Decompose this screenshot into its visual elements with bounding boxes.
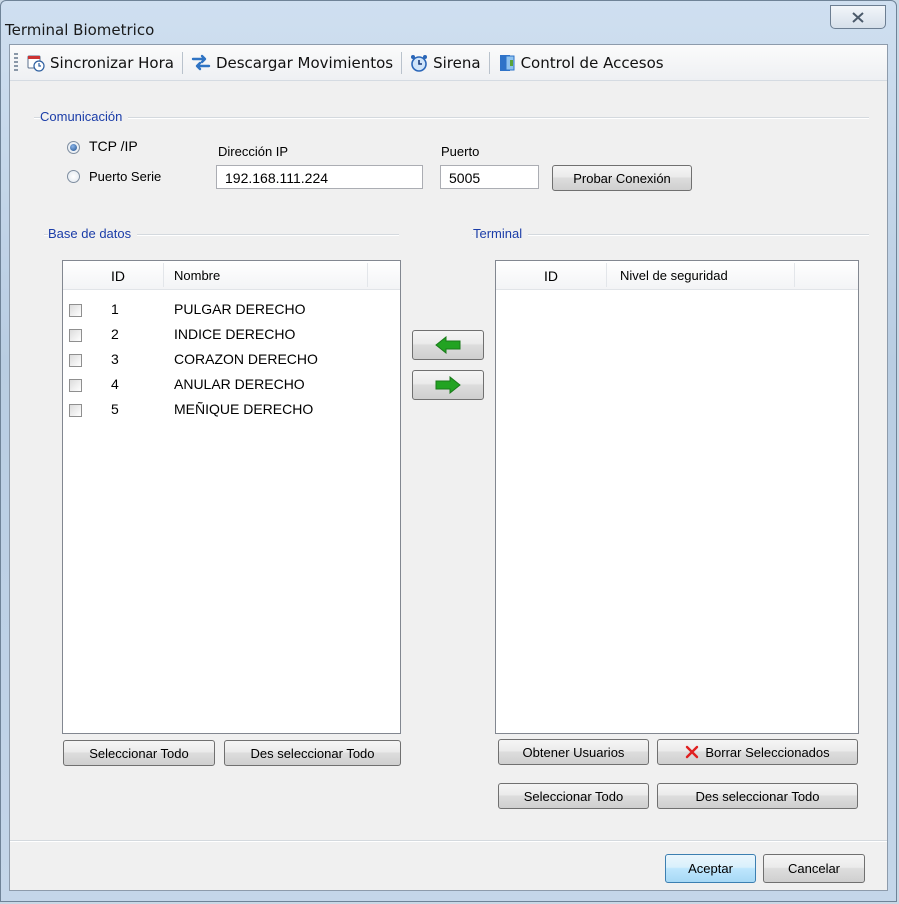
port-input[interactable] [440, 165, 539, 189]
ip-address-input[interactable] [216, 165, 423, 189]
siren-button[interactable]: Sirena [406, 49, 484, 77]
communication-group-line [34, 117, 869, 119]
list-item[interactable]: 4 ANULAR DERECHO [63, 376, 400, 400]
toolbar-grip[interactable] [14, 52, 18, 73]
move-to-database-button[interactable] [412, 330, 484, 360]
database-select-all-button[interactable]: Seleccionar Todo [63, 740, 215, 766]
column-separator [367, 263, 368, 287]
row-name: ANULAR DERECHO [174, 376, 305, 392]
row-name: INDICE DERECHO [174, 326, 296, 342]
close-button[interactable] [830, 5, 886, 29]
toolbar-separator [488, 51, 490, 74]
column-separator [163, 263, 164, 287]
database-list[interactable]: ID Nombre 1 PULGAR DERECHO 2 INDICE DERE… [62, 260, 401, 734]
terminal-group-label: Terminal [473, 226, 529, 241]
row-id: 3 [111, 351, 119, 367]
row-id: 1 [111, 301, 119, 317]
serial-port-radio[interactable] [67, 170, 80, 183]
row-checkbox[interactable] [69, 329, 82, 342]
ip-address-label: Dirección IP [218, 144, 289, 159]
delete-x-icon [686, 745, 699, 759]
port-label: Puerto [441, 144, 480, 159]
dialog-window: Terminal Biometrico Sincronizar Hora Des… [0, 0, 897, 902]
arrow-left-icon [435, 336, 461, 354]
terminal-col-id[interactable]: ID [544, 268, 558, 284]
accept-button[interactable]: Aceptar [665, 854, 756, 883]
list-item[interactable]: 3 CORAZON DERECHO [63, 351, 400, 375]
close-icon [852, 11, 864, 23]
row-checkbox[interactable] [69, 354, 82, 367]
footer-separator [10, 840, 887, 842]
cancel-button[interactable]: Cancelar [763, 854, 865, 883]
download-movements-button[interactable]: Descargar Movimientos [187, 49, 397, 77]
title-bar[interactable]: Terminal Biometrico [1, 1, 896, 41]
tcp-ip-radio[interactable] [67, 141, 80, 154]
terminal-deselect-all-button[interactable]: Des seleccionar Todo [657, 783, 858, 809]
siren-label: Sirena [433, 53, 481, 72]
access-control-button[interactable]: Control de Accesos [494, 49, 668, 77]
row-id: 5 [111, 401, 119, 417]
database-deselect-all-button[interactable]: Des seleccionar Todo [224, 740, 401, 766]
list-item[interactable]: 5 MEÑIQUE DERECHO [63, 401, 400, 425]
transfer-arrows-icon [191, 54, 211, 70]
get-users-button[interactable]: Obtener Usuarios [498, 739, 649, 765]
row-checkbox[interactable] [69, 404, 82, 417]
terminal-col-security-level[interactable]: Nivel de seguridad [620, 268, 728, 283]
delete-selected-label: Borrar Seleccionados [705, 744, 830, 760]
toolbar-separator [181, 51, 183, 74]
tcp-ip-label: TCP /IP [89, 138, 138, 154]
row-id: 4 [111, 376, 119, 392]
communication-group-label: Comunicación [40, 109, 129, 124]
terminal-select-all-button[interactable]: Seleccionar Todo [498, 783, 649, 809]
window-title: Terminal Biometrico [5, 21, 155, 39]
arrow-right-icon [435, 376, 461, 394]
alarm-clock-icon [411, 54, 428, 72]
database-group-label: Base de datos [48, 226, 138, 241]
row-checkbox[interactable] [69, 379, 82, 392]
delete-selected-button[interactable]: Borrar Seleccionados [657, 739, 858, 765]
toolbar: Sincronizar Hora Descargar Movimientos S… [10, 45, 887, 81]
terminal-list-header: ID Nivel de seguridad [496, 261, 858, 290]
list-item[interactable]: 1 PULGAR DERECHO [63, 301, 400, 325]
test-connection-button[interactable]: Probar Conexión [552, 165, 692, 191]
column-separator [794, 263, 795, 287]
toolbar-separator [401, 51, 403, 74]
sync-time-label: Sincronizar Hora [50, 53, 174, 72]
list-item[interactable]: 2 INDICE DERECHO [63, 326, 400, 350]
clock-calendar-icon [27, 55, 45, 72]
row-name: MEÑIQUE DERECHO [174, 401, 314, 417]
column-separator [606, 263, 607, 287]
download-movements-label: Descargar Movimientos [215, 53, 394, 72]
move-to-terminal-button[interactable] [412, 370, 484, 400]
row-id: 2 [111, 326, 119, 342]
database-list-header: ID Nombre [63, 261, 400, 290]
database-col-id[interactable]: ID [111, 268, 125, 284]
dialog-client-area: Sincronizar Hora Descargar Movimientos S… [9, 44, 888, 891]
sync-time-button[interactable]: Sincronizar Hora [23, 49, 178, 77]
row-checkbox[interactable] [69, 304, 82, 317]
terminal-group-line [472, 234, 869, 236]
database-col-name[interactable]: Nombre [174, 268, 220, 283]
terminal-list[interactable]: ID Nivel de seguridad [495, 260, 859, 734]
row-name: PULGAR DERECHO [174, 301, 306, 317]
serial-port-label: Puerto Serie [89, 169, 162, 184]
door-icon [499, 54, 515, 71]
access-control-label: Control de Accesos [520, 53, 664, 72]
row-name: CORAZON DERECHO [174, 351, 318, 367]
